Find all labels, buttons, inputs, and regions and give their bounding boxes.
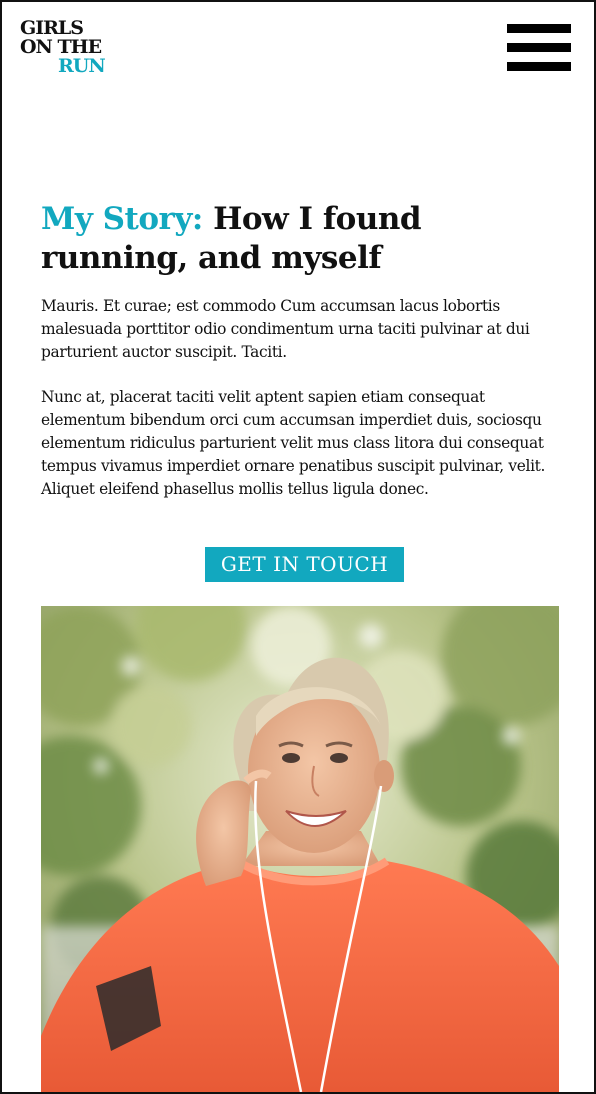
menu-bar — [507, 62, 571, 71]
hero-photo — [41, 606, 559, 1092]
page-frame: GIRLS ON THE RUN My Story: How I found r… — [0, 0, 596, 1094]
menu-bar — [507, 24, 571, 33]
logo-line-3: RUN — [58, 55, 106, 77]
article-title-prefix: My Story: — [41, 201, 203, 237]
article-paragraph-1: Mauris. Et curae; est commodo Cum accums… — [41, 297, 530, 361]
site-logo[interactable]: GIRLS ON THE RUN — [20, 19, 106, 77]
hamburger-menu-icon[interactable] — [507, 24, 571, 72]
menu-bar — [507, 43, 571, 52]
get-in-touch-button[interactable]: GET IN TOUCH — [205, 547, 404, 582]
article-title: My Story: How I found running, and mysel… — [41, 200, 561, 278]
article-paragraph-2: Nunc at, placerat taciti velit aptent sa… — [41, 388, 546, 498]
runner-photo-illustration — [41, 606, 559, 1092]
